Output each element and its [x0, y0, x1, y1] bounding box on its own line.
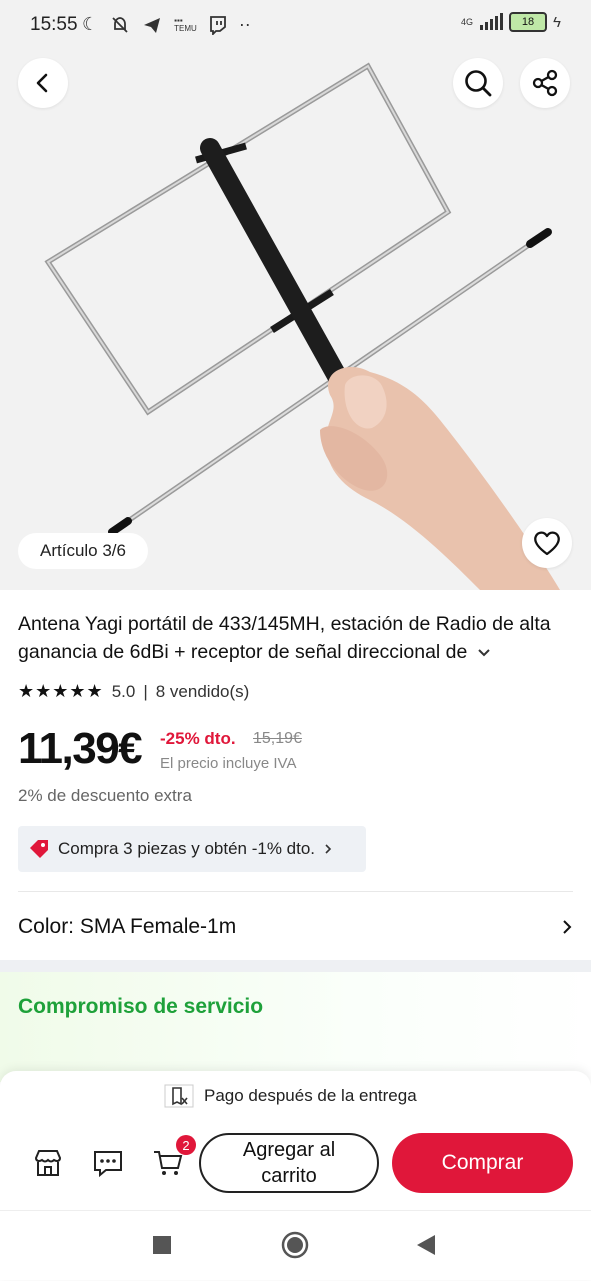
moon-icon: ☾ — [82, 14, 99, 34]
extra-discount: 2% de descuento extra — [18, 786, 192, 805]
product-image-gallery[interactable]: Artículo 3/6 — [0, 0, 591, 590]
more-dots-icon: ·· — [238, 14, 251, 34]
color-selector[interactable]: Color: SMA Female-1m — [18, 910, 573, 944]
search-icon — [465, 70, 492, 97]
status-time: 15:55 — [30, 14, 78, 35]
store-icon — [34, 1150, 62, 1176]
chevron-right-icon — [325, 844, 332, 854]
recents-icon[interactable] — [152, 1235, 172, 1255]
color-label: Color: SMA Female-1m — [18, 915, 237, 938]
home-icon[interactable] — [281, 1231, 309, 1259]
add-to-cart-button[interactable]: Agregar al carrito — [199, 1133, 379, 1193]
product-title[interactable]: Antena Yagi portátil de 433/145MH, estac… — [18, 610, 573, 666]
status-icons-right: 4G 18 ϟ — [461, 12, 561, 32]
temu-icon: ▪▪▪ TEMU — [174, 15, 197, 33]
share-button[interactable] — [520, 58, 570, 108]
chevron-left-icon — [36, 73, 48, 93]
rating-row[interactable]: ★★★★★ 5.0 | 8 vendido(s) — [18, 681, 249, 702]
original-price: 15,19€ — [253, 730, 302, 747]
discount-badge: -25% dto. — [160, 729, 236, 748]
divider — [18, 891, 573, 892]
separator: | — [143, 681, 148, 701]
tag-icon — [30, 840, 48, 858]
muted-bell-icon — [112, 16, 128, 33]
product-price: 11,39€ — [18, 724, 143, 773]
twitch-icon — [209, 15, 226, 35]
chevron-right-icon — [563, 920, 572, 934]
chat-button[interactable] — [88, 1143, 128, 1183]
signal-icon — [480, 13, 504, 30]
add-to-cart-label: Agregar al carrito — [242, 1139, 336, 1187]
pay-after-delivery: Pago después de la entrega — [164, 1084, 417, 1108]
heart-icon — [534, 531, 560, 556]
section-gap — [0, 960, 591, 972]
chevron-down-icon[interactable] — [477, 648, 491, 658]
wishlist-button[interactable] — [522, 518, 572, 568]
bulk-promo[interactable]: Compra 3 piezas y obtén -1% dto. — [18, 826, 366, 872]
chat-icon — [94, 1151, 122, 1178]
tax-note: El precio incluye IVA — [160, 755, 297, 772]
service-title: Compromiso de servicio — [18, 995, 264, 1018]
telegram-icon — [144, 17, 161, 33]
network-type: 4G — [461, 17, 474, 27]
sold-count: 8 vendido(s) — [155, 681, 250, 701]
share-icon — [532, 69, 558, 97]
back-button[interactable] — [18, 58, 68, 108]
system-navigation-bar — [0, 1210, 591, 1281]
receipt-icon — [164, 1084, 194, 1108]
cart-count-badge: 2 — [176, 1135, 196, 1155]
promo-text: Compra 3 piezas y obtén -1% dto. — [58, 839, 316, 858]
rating-value: 5.0 — [111, 681, 136, 701]
charging-icon: ϟ — [553, 13, 561, 31]
battery-indicator: 18 — [509, 12, 548, 32]
status-bar: 15:55 ☾ ▪▪▪ TEMU ·· 4G 18 ϟ — [0, 0, 591, 52]
image-counter: Artículo 3/6 — [18, 533, 148, 569]
service-section — [0, 972, 591, 1082]
buy-now-button[interactable]: Comprar — [392, 1133, 573, 1193]
star-rating-icon: ★★★★★ — [18, 681, 104, 701]
pay-note-text: Pago después de la entrega — [204, 1086, 417, 1105]
back-nav-icon[interactable] — [416, 1234, 436, 1256]
store-button[interactable] — [28, 1143, 68, 1183]
status-icons-left: ☾ ▪▪▪ TEMU ·· — [82, 14, 251, 35]
product-title-text: Antena Yagi portátil de 433/145MH, estac… — [18, 613, 551, 663]
search-button[interactable] — [453, 58, 503, 108]
